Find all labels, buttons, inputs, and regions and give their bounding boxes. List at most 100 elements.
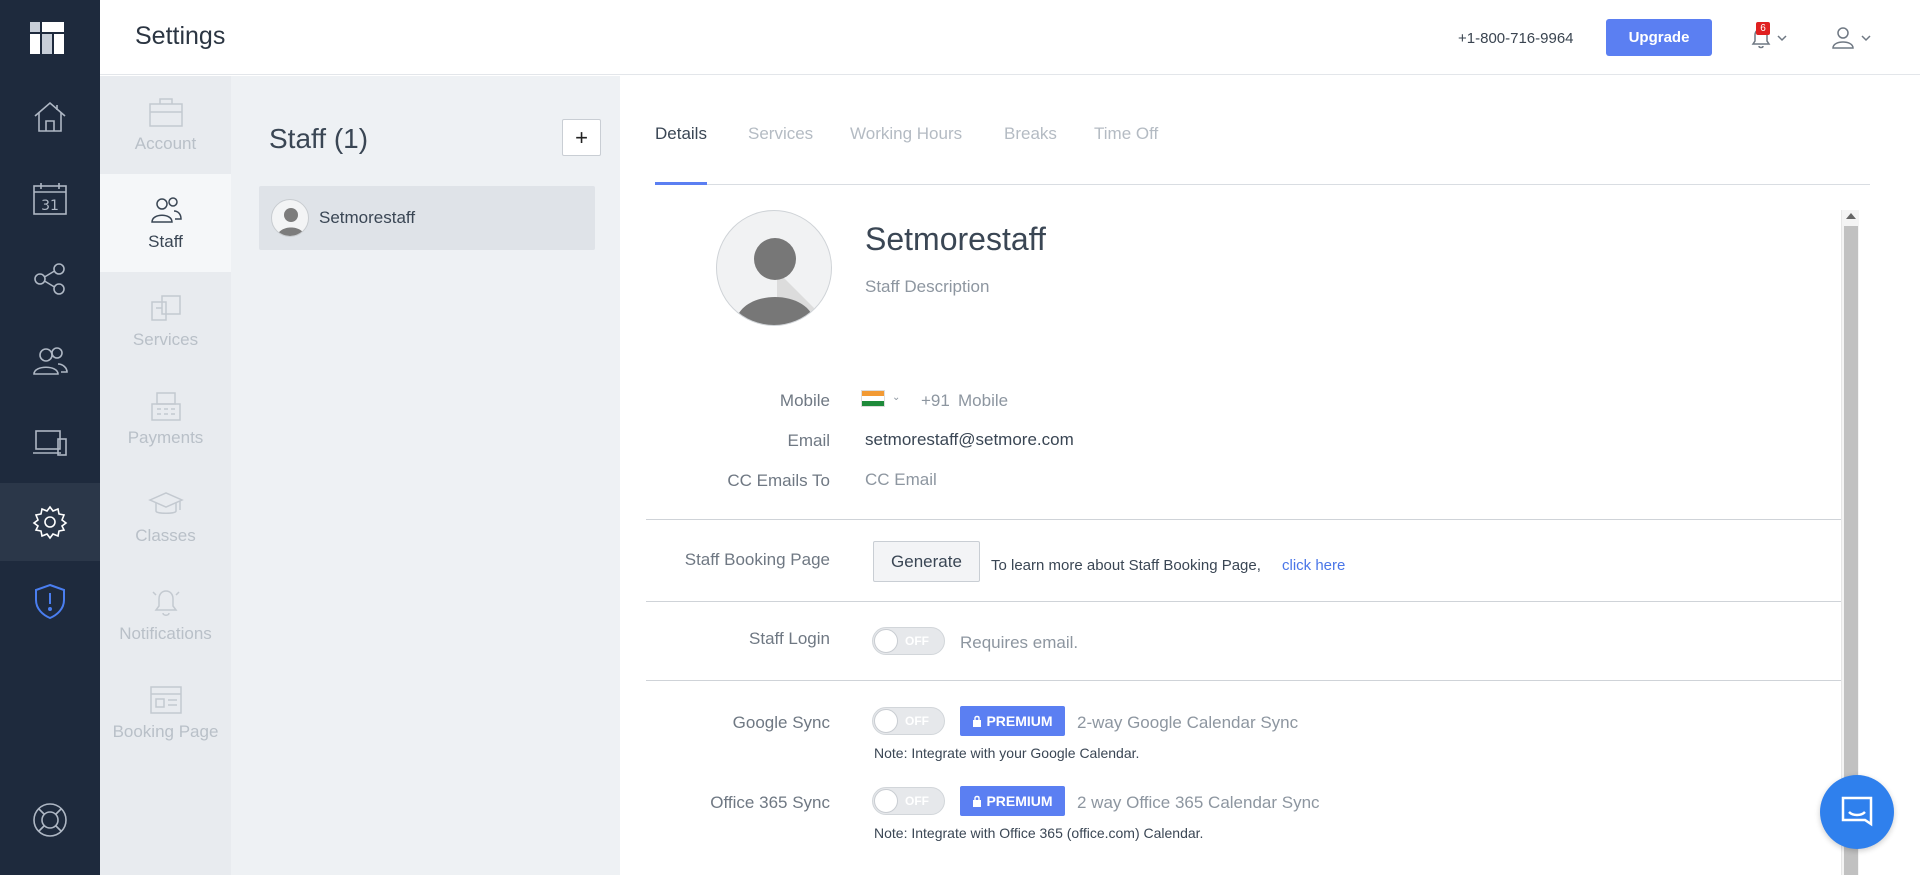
- booking-page-icon: [149, 686, 182, 714]
- staff-login-hint: Requires email.: [960, 633, 1079, 652]
- subnav-item-services[interactable]: Services: [100, 272, 231, 370]
- user-avatar-icon: [1832, 27, 1871, 49]
- rail-customers[interactable]: [0, 322, 100, 400]
- rail-devices[interactable]: [0, 404, 100, 482]
- rail-share[interactable]: [0, 240, 100, 318]
- staff-name: Setmorestaff: [319, 208, 416, 227]
- tab-working-hours[interactable]: Working Hours: [850, 124, 962, 185]
- toggle-state: OFF: [905, 714, 929, 728]
- detail-tabs: Details Services Working Hours Breaks Ti…: [655, 76, 1870, 185]
- subnav-item-payments[interactable]: Payments: [100, 370, 231, 468]
- email-field[interactable]: setmorestaff@setmore.com: [865, 430, 1074, 450]
- chevron-down-icon[interactable]: ⌄: [892, 392, 900, 403]
- staff-details-panel: Details Services Working Hours Breaks Ti…: [620, 76, 1920, 875]
- notifications-menu[interactable]: 6: [1746, 22, 1792, 52]
- app-rail: 31: [0, 0, 100, 875]
- lock-icon: [973, 795, 982, 807]
- toggle-state: OFF: [905, 794, 929, 808]
- bell-icon: [151, 590, 180, 616]
- mobile-label: Mobile: [779, 391, 830, 410]
- subnav-label: Staff: [148, 232, 183, 251]
- share-icon: [34, 263, 65, 295]
- staff-list-panel: Staff (1) + Setmorestaff: [231, 76, 620, 875]
- office-sync-label: Office 365 Sync: [710, 793, 830, 812]
- user-placeholder-icon: [735, 238, 831, 325]
- register-icon: [150, 392, 181, 421]
- premium-badge-label: PREMIUM: [986, 713, 1053, 729]
- cc-email-field[interactable]: CC Email: [865, 470, 937, 490]
- graduation-cap-icon: [147, 492, 184, 514]
- user-placeholder-icon: [277, 208, 305, 236]
- rail-settings[interactable]: [0, 483, 100, 561]
- toggle-knob: [874, 629, 898, 653]
- rail-calendar[interactable]: 31: [0, 160, 100, 238]
- subnav-label: Payments: [127, 428, 204, 447]
- staff-login-label: Staff Login: [749, 629, 830, 648]
- lock-icon: [973, 715, 982, 727]
- india-flag-icon[interactable]: [861, 390, 885, 407]
- subnav-label: Account: [134, 134, 197, 153]
- subnav-item-booking-page[interactable]: Booking Page: [100, 664, 231, 762]
- subnav-item-staff[interactable]: Staff: [100, 174, 231, 272]
- email-label: Email: [787, 431, 830, 450]
- office-sync-note: Note: Integrate with Office 365 (office.…: [874, 825, 1204, 841]
- rail-security[interactable]: [0, 562, 100, 640]
- add-staff-button[interactable]: +: [562, 119, 601, 156]
- premium-badge-label: PREMIUM: [986, 793, 1053, 809]
- office-sync-toggle[interactable]: OFF: [872, 787, 945, 815]
- subnav-item-classes[interactable]: Classes: [100, 468, 231, 566]
- subnav-label: Notifications: [119, 624, 212, 643]
- subnav-item-notifications[interactable]: Notifications: [100, 566, 231, 664]
- staff-login-toggle[interactable]: OFF: [872, 627, 945, 655]
- mobile-field[interactable]: Mobile: [958, 391, 1008, 411]
- subnav-item-account[interactable]: Account: [100, 76, 231, 174]
- tab-details[interactable]: Details: [655, 124, 707, 185]
- premium-badge[interactable]: PREMIUM: [960, 786, 1065, 816]
- cc-email-label: CC Emails To: [727, 471, 830, 490]
- upgrade-button[interactable]: Upgrade: [1606, 19, 1712, 56]
- divider: [646, 680, 1841, 681]
- staff-icon: [150, 197, 182, 223]
- office-sync-description: 2 way Office 365 Calendar Sync: [1077, 793, 1320, 812]
- support-phone[interactable]: +1-800-716-9964: [1458, 30, 1574, 47]
- avatar: [271, 199, 309, 237]
- subnav-label: Classes: [135, 526, 196, 545]
- staff-profile-name[interactable]: Setmorestaff: [865, 221, 1046, 258]
- toggle-state: OFF: [905, 634, 929, 648]
- user-menu[interactable]: [1830, 24, 1876, 52]
- notification-count-badge: 6: [1756, 22, 1770, 35]
- google-sync-note: Note: Integrate with your Google Calenda…: [874, 745, 1140, 761]
- mobile-country-code: +91: [921, 391, 950, 410]
- divider: [646, 601, 1841, 602]
- premium-badge[interactable]: PREMIUM: [960, 706, 1065, 736]
- generate-booking-page-button[interactable]: Generate: [873, 541, 980, 582]
- briefcase-icon: [148, 98, 183, 127]
- settings-icon: [32, 505, 68, 540]
- app-logo-icon[interactable]: [30, 22, 64, 54]
- booking-page-label: Staff Booking Page: [684, 550, 830, 569]
- scroll-up-icon[interactable]: [1846, 213, 1856, 219]
- settings-subnav: Account Staff Services Payments Classes …: [100, 76, 231, 875]
- subnav-label: Booking Page: [112, 722, 219, 741]
- tab-time-off[interactable]: Time Off: [1094, 124, 1158, 185]
- tab-breaks[interactable]: Breaks: [1004, 124, 1057, 185]
- staff-list-title: Staff (1): [269, 123, 369, 154]
- tab-services[interactable]: Services: [748, 124, 813, 185]
- booking-page-info: To learn more about Staff Booking Page,: [991, 557, 1261, 574]
- google-sync-description: 2-way Google Calendar Sync: [1077, 713, 1299, 732]
- help-lifebuoy-icon: [33, 803, 67, 837]
- google-sync-toggle[interactable]: OFF: [872, 707, 945, 735]
- toggle-knob: [874, 789, 898, 813]
- staff-description-field[interactable]: Staff Description: [865, 277, 989, 297]
- staff-list-item[interactable]: Setmorestaff: [259, 186, 595, 250]
- subnav-label: Services: [132, 330, 199, 349]
- chat-launcher-button[interactable]: [1820, 775, 1894, 849]
- google-sync-label: Google Sync: [732, 713, 830, 732]
- top-header: Settings +1-800-716-9964 Upgrade 6: [100, 0, 1920, 75]
- rail-home[interactable]: [0, 78, 100, 156]
- home-icon: [34, 101, 66, 132]
- chat-bubble-icon: [1841, 796, 1873, 827]
- rail-help[interactable]: [0, 781, 100, 859]
- profile-photo[interactable]: [716, 210, 832, 326]
- booking-page-learn-more-link[interactable]: click here: [1282, 557, 1345, 574]
